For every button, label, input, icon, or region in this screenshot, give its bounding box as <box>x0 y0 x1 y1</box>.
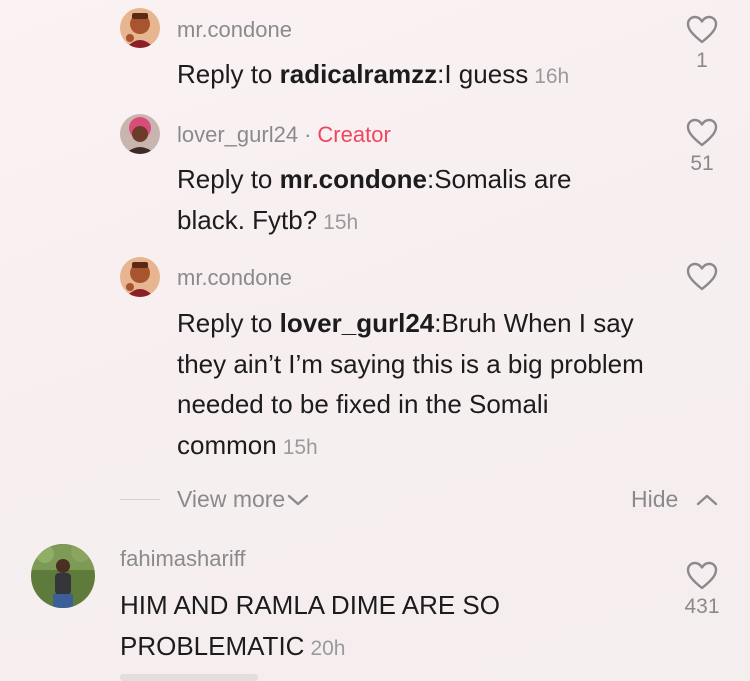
avatar[interactable] <box>120 8 160 48</box>
avatar[interactable] <box>120 114 160 154</box>
hide-label: Hide <box>631 486 679 512</box>
reply-text: Reply to mr.condone:Somalis are black. F… <box>177 164 572 235</box>
reply-to-user[interactable]: mr.condone <box>280 164 427 194</box>
chevron-up-icon <box>697 494 718 505</box>
reply-bar-partial <box>120 674 258 681</box>
reply-to-user[interactable]: radicalramzz <box>280 59 438 89</box>
like-count: 1 <box>696 49 708 72</box>
separator-dot: · <box>304 122 312 147</box>
hide-button[interactable]: Hide <box>631 486 718 513</box>
reply-text: Reply to radicalramzz:I guess 16h <box>177 59 570 89</box>
like-button[interactable]: 431 <box>672 561 732 619</box>
divider-line <box>120 499 160 500</box>
username: lover_gurl24 · Creator <box>177 122 391 147</box>
heart-icon <box>686 118 718 147</box>
like-button[interactable]: 51 <box>672 118 732 176</box>
avatar-image <box>31 544 95 608</box>
username[interactable]: mr.condone <box>177 265 292 291</box>
timestamp: 15h <box>323 210 359 234</box>
like-count: 431 <box>684 595 720 618</box>
heart-icon <box>686 15 718 44</box>
timestamp: 16h <box>534 65 570 88</box>
avatar-image <box>120 257 160 297</box>
timestamp: 15h <box>282 435 318 459</box>
avatar[interactable] <box>31 544 95 608</box>
timestamp: 20h <box>310 636 346 660</box>
avatar[interactable] <box>120 257 160 297</box>
chevron-down-icon <box>288 494 309 505</box>
heart-icon <box>686 262 718 291</box>
avatar-image <box>120 114 160 154</box>
username[interactable]: mr.condone <box>177 17 292 43</box>
heart-icon <box>686 561 718 590</box>
creator-badge: Creator <box>317 122 391 147</box>
reply-text: Reply to lover_gurl24:Bruh When I say th… <box>177 308 644 460</box>
like-button[interactable]: 1 <box>672 15 732 73</box>
like-button[interactable] <box>672 262 732 296</box>
avatar-image <box>120 8 160 48</box>
reply-to-user[interactable]: lover_gurl24 <box>280 308 435 338</box>
view-more-label: View more <box>177 486 286 512</box>
view-more-button[interactable]: View more <box>177 486 309 513</box>
username[interactable]: fahimashariff <box>120 546 246 572</box>
comment-text: HIM AND RAMLA DIME ARE SO PROBLEMATIC 20h <box>120 590 500 661</box>
like-count: 51 <box>690 152 714 175</box>
